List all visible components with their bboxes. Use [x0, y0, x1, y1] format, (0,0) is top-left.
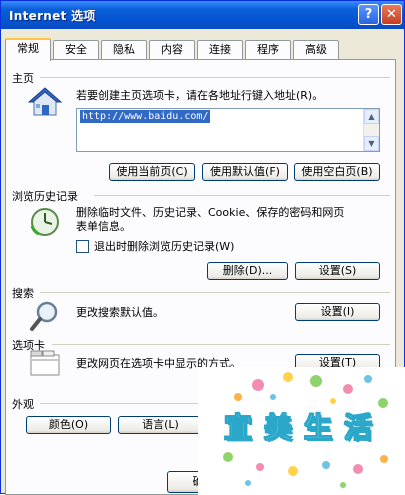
- tab-general[interactable]: 常规: [5, 38, 51, 61]
- internet-options-dialog: Internet 选项 ? ✕ 常规 安全 隐私 内容 连接 程序 高级 主页 …: [0, 0, 405, 495]
- home-divider: [40, 77, 390, 78]
- search-description: 更改搜索默认值。: [76, 306, 164, 319]
- colors-button[interactable]: 颜色(O): [26, 416, 111, 434]
- delete-on-exit-label[interactable]: 退出时删除浏览历史记录(W): [94, 240, 234, 254]
- tabs-icon: [29, 349, 61, 377]
- watermark-char: 生: [303, 411, 332, 445]
- url-scrollbar[interactable]: ▲ ▼: [363, 109, 379, 151]
- help-button[interactable]: ?: [358, 4, 379, 25]
- home-description: 若要创建主页选项卡，请在各地址行键入地址(R)。: [76, 89, 324, 102]
- languages-button[interactable]: 语言(L): [118, 416, 203, 434]
- tab-content[interactable]: 内容: [149, 40, 195, 59]
- use-blank-button[interactable]: 使用空白页(B): [294, 163, 380, 181]
- use-current-button[interactable]: 使用当前页(C): [109, 163, 195, 181]
- tabs-divider: [52, 344, 390, 345]
- title-bar[interactable]: Internet 选项 ? ✕: [1, 1, 404, 29]
- history-settings-button[interactable]: 设置(S): [295, 262, 380, 280]
- tab-advanced[interactable]: 高级: [293, 40, 339, 59]
- tab-programs[interactable]: 程序: [245, 40, 291, 59]
- watermark-char: 宜: [223, 411, 252, 445]
- history-section-label: 浏览历史记录: [12, 190, 78, 203]
- appearance-section-label: 外观: [12, 398, 34, 411]
- history-description-2: 表单信息。: [76, 220, 131, 233]
- use-default-button[interactable]: 使用默认值(F): [202, 163, 288, 181]
- home-url-value: http://www.baidu.com/: [80, 110, 211, 123]
- magnifier-icon: [29, 299, 61, 333]
- history-description-1: 删除临时文件、历史记录、Cookie、保存的密码和网页: [76, 206, 345, 219]
- window-title: Internet 选项: [9, 9, 96, 23]
- tab-security[interactable]: 安全: [53, 40, 99, 59]
- tab-privacy[interactable]: 隐私: [101, 40, 147, 59]
- search-divider: [40, 292, 390, 293]
- tab-connections[interactable]: 连接: [197, 40, 243, 59]
- home-section-label: 主页: [12, 72, 34, 85]
- clock-icon: [29, 206, 61, 238]
- close-button[interactable]: ✕: [381, 4, 402, 25]
- scroll-down-icon[interactable]: ▼: [364, 136, 379, 151]
- history-divider: [94, 195, 390, 196]
- house-icon: [27, 86, 63, 118]
- delete-history-button[interactable]: 删除(D)...: [207, 262, 288, 280]
- watermark-char: 美: [263, 411, 292, 445]
- watermark-char: 活: [343, 411, 372, 445]
- scroll-up-icon[interactable]: ▲: [364, 109, 379, 124]
- watermark-logo: 宜 美 生 活: [198, 367, 405, 495]
- delete-on-exit-checkbox[interactable]: [76, 240, 89, 253]
- home-url-textarea[interactable]: http://www.baidu.com/ ▲ ▼: [76, 108, 380, 152]
- search-settings-button[interactable]: 设置(I): [295, 303, 380, 321]
